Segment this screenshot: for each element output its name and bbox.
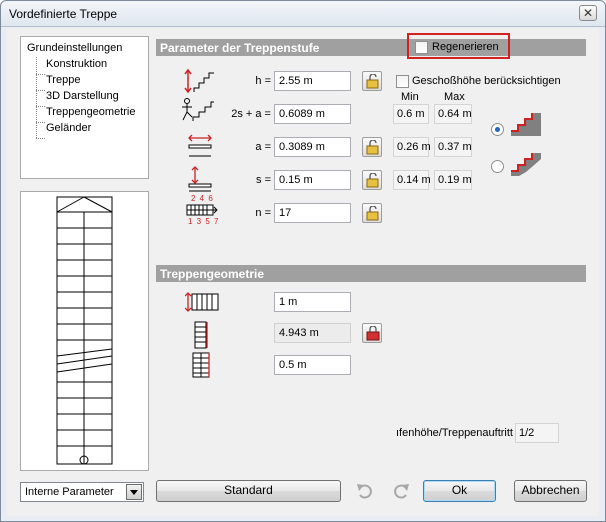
tree-item-grundeinstellungen[interactable]: Grundeinstellungen [27, 42, 122, 54]
tree-item-konstruktion[interactable]: Konstruktion [46, 58, 107, 70]
a-min: 0.26 m [393, 137, 431, 157]
close-button[interactable]: ✕ [579, 5, 597, 21]
height-icon [184, 68, 214, 94]
params-section-header: Parameter der Treppenstufe [156, 39, 586, 56]
tree-connector [36, 57, 37, 138]
tree-connector [36, 90, 45, 91]
stride-field[interactable]: 0.6089 m [274, 104, 351, 124]
parameter-source-select[interactable]: Interne Parameter [20, 482, 144, 502]
stair-width-icon [185, 292, 219, 312]
unlock-icon [366, 173, 379, 188]
stride-max: 0.64 m [434, 104, 472, 124]
stair-length-field: 4.943 m [274, 323, 351, 343]
tree-item-3d-darstellung[interactable]: 3D Darstellung [46, 90, 119, 102]
s-field[interactable]: 0.15 m [274, 170, 351, 190]
tree-connector [36, 138, 45, 139]
parameter-source-value: Interne Parameter [25, 486, 114, 498]
regenerate-checkbox[interactable] [415, 41, 428, 54]
stair-width-field[interactable]: 1 m [274, 292, 351, 312]
ok-button[interactable]: Ok [423, 480, 496, 502]
ratio-field: 1/2 [515, 423, 559, 443]
step-count-icon-top-numbers: 2 4 6 [191, 194, 214, 203]
stair-length-icon [194, 321, 208, 349]
stair-preview [20, 191, 149, 471]
tree-connector [36, 74, 45, 75]
stair-type-radio-2[interactable] [491, 160, 504, 173]
redo-icon[interactable] [391, 482, 411, 500]
stride-min: 0.6 m [393, 104, 429, 124]
h-field[interactable]: 2.55 m [274, 71, 351, 91]
floor-height-label: Geschoßhöhe berücksichtigen [412, 75, 561, 87]
tread-icon [188, 134, 212, 157]
standard-button[interactable]: Standard [156, 480, 341, 502]
a-max: 0.37 m [434, 137, 472, 157]
stair-type-2-icon [511, 153, 541, 176]
unlock-icon [366, 74, 379, 89]
stair-plan-drawing [56, 196, 113, 465]
title-bar: Vordefinierte Treppe ✕ [1, 1, 605, 27]
max-column-header: Max [444, 91, 465, 103]
geometry-section-header: Treppengeometrie [156, 265, 586, 282]
radio-selected-dot [495, 127, 500, 132]
lock-icon [366, 326, 380, 341]
tree-item-treppengeometrie[interactable]: Treppengeometrie [46, 106, 135, 118]
tree-connector [36, 106, 45, 107]
stair-type-radio-1[interactable] [491, 123, 504, 136]
s-min: 0.14 m [393, 170, 431, 190]
n-field[interactable]: 17 [274, 203, 351, 223]
landing-icon [192, 352, 210, 378]
h-label: h = [255, 75, 271, 87]
cancel-button[interactable]: Abbrechen [514, 480, 587, 502]
dialog-client: Grundeinstellungen Konstruktion Treppe 3… [7, 28, 599, 516]
s-label: s = [256, 174, 271, 186]
step-count-icon: 2 4 6 1 3 5 7 [185, 194, 219, 228]
tree-item-treppe[interactable]: Treppe [46, 74, 80, 86]
chevron-down-icon[interactable] [126, 484, 142, 500]
window-title: Vordefinierte Treppe [9, 7, 118, 21]
unlock-icon [366, 140, 379, 155]
n-lock-button[interactable] [362, 203, 382, 223]
dialog-window: Vordefinierte Treppe ✕ Grundeinstellunge… [0, 0, 606, 522]
tree-connector [36, 122, 45, 123]
step-count-icon-bottom-numbers: 1 3 5 7 [188, 217, 220, 226]
undo-icon[interactable] [355, 482, 375, 500]
floor-height-checkbox[interactable] [396, 75, 409, 88]
stair-type-1-icon [511, 113, 541, 136]
min-column-header: Min [401, 91, 419, 103]
a-lock-button[interactable] [362, 137, 382, 157]
s-max: 0.19 m [434, 170, 472, 190]
stride-icon [182, 98, 214, 121]
n-label: n = [255, 207, 271, 219]
landing-field[interactable]: 0.5 m [274, 355, 351, 375]
s-lock-button[interactable] [362, 170, 382, 190]
stair-length-lock-button[interactable] [362, 323, 382, 343]
unlock-icon [366, 206, 379, 221]
step-count-grid [186, 204, 218, 216]
a-label: a = [255, 141, 271, 153]
settings-tree: Grundeinstellungen Konstruktion Treppe 3… [20, 36, 149, 179]
tree-item-gelaender[interactable]: Geländer [46, 122, 91, 134]
stride-label: 2s + a = [231, 108, 271, 120]
h-lock-button[interactable] [362, 71, 382, 91]
a-field[interactable]: 0.3089 m [274, 137, 351, 157]
ratio-label: ıfenhöhe/Treppenauftritt [395, 427, 513, 439]
riser-icon [188, 166, 212, 192]
regenerate-label: Regenerieren [432, 41, 499, 53]
